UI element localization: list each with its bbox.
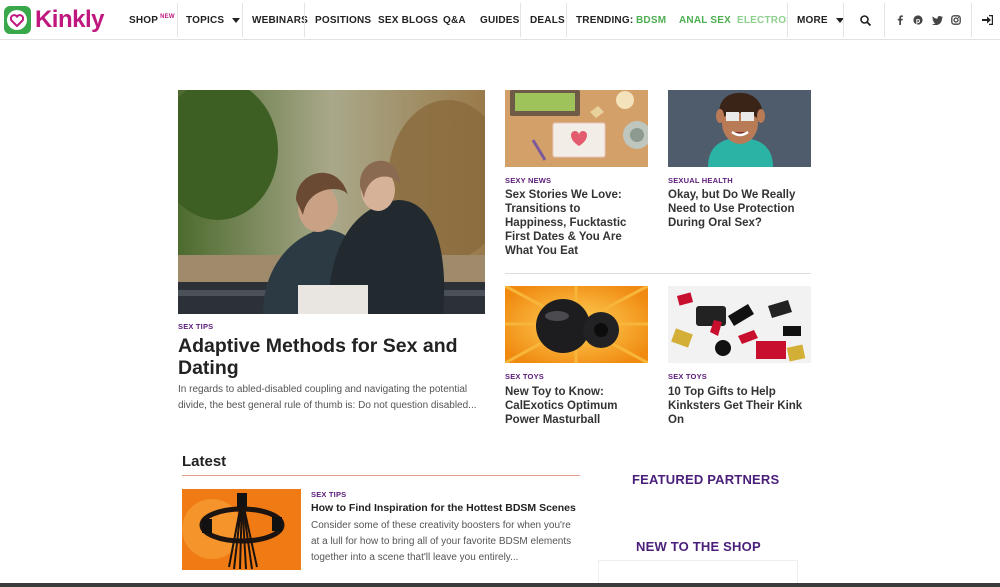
card-category[interactable]: SEX TOYS [505, 372, 544, 381]
nav-trending-bdsm[interactable]: BDSM [636, 0, 666, 40]
hero-title[interactable]: Adaptive Methods for Sex and Dating [178, 335, 488, 379]
card-title[interactable]: Okay, but Do We Really Need to Use Prote… [668, 188, 808, 230]
nav-shop-label: SHOP [129, 14, 159, 26]
login-icon[interactable] [978, 0, 996, 40]
site-logo[interactable]: Kinkly [4, 4, 105, 36]
latest-item-image[interactable] [182, 489, 301, 570]
hero-image[interactable] [178, 90, 485, 314]
twitter-icon[interactable] [931, 0, 943, 40]
logo-heart-icon [4, 6, 31, 34]
window-bottom-edge [0, 583, 1000, 587]
latest-heading: Latest [182, 453, 227, 470]
latest-item-title[interactable]: How to Find Inspiration for the Hottest … [311, 502, 576, 514]
instagram-icon[interactable] [950, 0, 962, 40]
nav-more[interactable]: MORE [797, 0, 844, 40]
nav-separator [884, 3, 885, 37]
nav-shop-badge: NEW [160, 14, 175, 20]
nav-guides[interactable]: GUIDES [480, 0, 520, 40]
nav-topics[interactable]: TOPICS [186, 0, 241, 40]
hero-description: In regards to abled-disabled coupling an… [178, 384, 477, 411]
pinterest-icon[interactable]: p [912, 0, 924, 40]
nav-deals[interactable]: DEALS [530, 0, 565, 40]
card-title[interactable]: New Toy to Know: CalExotics Optimum Powe… [505, 385, 640, 427]
card-image[interactable] [668, 90, 811, 167]
nav-shop[interactable]: SHOP NEW [129, 0, 175, 40]
nav-qa[interactable]: Q&A [443, 0, 466, 40]
nav-separator [566, 3, 567, 37]
nav-more-label: MORE [797, 14, 828, 26]
nav-separator [520, 3, 521, 37]
card-title[interactable]: Sex Stories We Love: Transitions to Happ… [505, 188, 640, 258]
latest-item-description: Consider some of these creativity booste… [311, 520, 572, 563]
nav-trending-electrosex[interactable]: ELECTROSEX [737, 0, 787, 40]
nav-trending-anal-sex[interactable]: ANAL SEX [679, 0, 731, 40]
search-icon[interactable] [855, 0, 875, 40]
nav-positions[interactable]: POSITIONS [315, 0, 371, 40]
nav-separator [177, 3, 178, 37]
svg-text:p: p [916, 18, 920, 25]
card-title[interactable]: 10 Top Gifts to Help Kinksters Get Their… [668, 385, 810, 427]
nav-separator [843, 3, 844, 37]
nav-separator [971, 3, 972, 37]
nav-sex-blogs[interactable]: SEX BLOGS [378, 0, 438, 40]
nav-separator [242, 3, 243, 37]
top-navigation: Kinkly SHOP NEW TOPICS WEBINARS POSITIONS… [0, 0, 1000, 40]
card-category[interactable]: SEX TOYS [668, 372, 707, 381]
logo-wordmark: Kinkly [34, 6, 105, 33]
card-image[interactable] [505, 286, 648, 363]
latest-underline [182, 475, 580, 476]
nav-separator [787, 3, 788, 37]
card-category[interactable]: SEXUAL HEALTH [668, 176, 733, 185]
hero-category[interactable]: SEX TIPS [178, 322, 213, 331]
card-image[interactable] [668, 286, 811, 363]
latest-item-category[interactable]: SEX TIPS [311, 490, 346, 499]
facebook-icon[interactable] [894, 0, 906, 40]
nav-separator [304, 3, 305, 37]
nav-trending-label: TRENDING: [576, 14, 634, 26]
card-image[interactable] [505, 90, 648, 167]
new-to-shop-heading: NEW TO THE SHOP [636, 539, 761, 554]
nav-webinars[interactable]: WEBINARS [252, 0, 308, 40]
section-divider [505, 273, 811, 274]
card-category[interactable]: SEXY NEWS [505, 176, 551, 185]
featured-partners-heading: FEATURED PARTNERS [632, 472, 780, 487]
chevron-down-icon [232, 17, 241, 23]
nav-topics-label: TOPICS [186, 14, 225, 26]
